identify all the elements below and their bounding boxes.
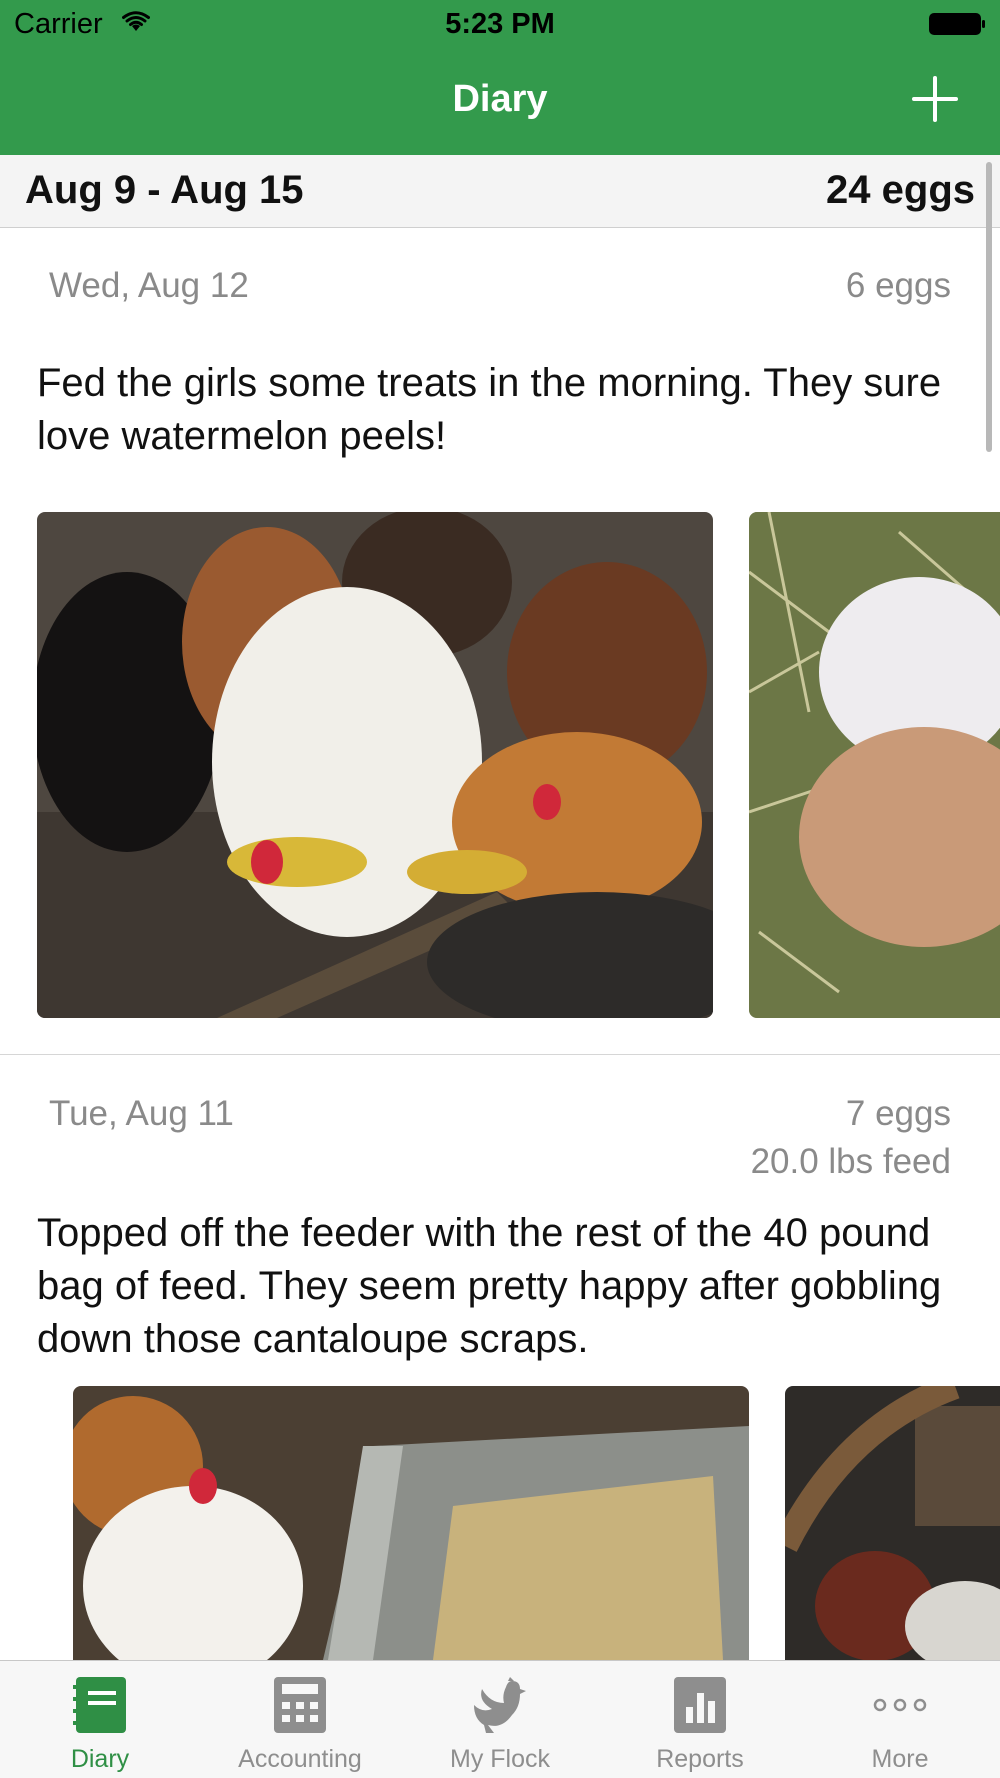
- plus-icon[interactable]: [910, 74, 960, 124]
- entry-photo[interactable]: [749, 512, 1000, 1018]
- week-range: Aug 9 - Aug 15: [25, 168, 304, 212]
- navigation-header: Carrier 5:23 PM Diary: [0, 0, 1000, 155]
- entry-divider: [0, 1054, 1000, 1055]
- tab-label: More: [871, 1745, 929, 1773]
- entry-photo[interactable]: [37, 512, 713, 1018]
- tab-label: Reports: [656, 1745, 744, 1773]
- status-time: 5:23 PM: [445, 8, 555, 40]
- tab-my-flock[interactable]: My Flock: [400, 1661, 600, 1778]
- diary-icon: [73, 1677, 126, 1733]
- tab-bar: Diary Accounting My Flock Reports More: [0, 1660, 1000, 1778]
- tab-accounting[interactable]: Accounting: [200, 1661, 400, 1778]
- entry-note: Fed the girls some treats in the morning…: [37, 361, 942, 458]
- tab-label: My Flock: [450, 1745, 550, 1773]
- chicken-icon: [474, 1677, 526, 1733]
- entry-photo[interactable]: [785, 1386, 1000, 1660]
- entry-egg-count: 6 eggs: [845, 266, 951, 305]
- calculator-icon: [274, 1677, 326, 1733]
- entry-note: Topped off the feeder with the rest of t…: [37, 1211, 942, 1361]
- entry-date: Wed, Aug 12: [49, 266, 249, 305]
- tab-label: Accounting: [238, 1745, 362, 1773]
- week-egg-total: 24 eggs: [826, 168, 975, 212]
- tab-label: Diary: [70, 1745, 130, 1773]
- tab-diary[interactable]: Diary: [0, 1661, 200, 1778]
- entry-date: Tue, Aug 11: [49, 1094, 234, 1133]
- tab-reports[interactable]: Reports: [600, 1661, 800, 1778]
- entry-egg-count: 7 eggs: [845, 1094, 951, 1133]
- scroll-indicator[interactable]: [986, 162, 992, 452]
- page-title: Diary: [452, 78, 548, 120]
- battery-icon: [929, 13, 985, 35]
- tab-more[interactable]: More: [800, 1661, 1000, 1778]
- status-bar: Carrier 5:23 PM: [0, 0, 1000, 50]
- entry-feed-amount: 20.0 lbs feed: [750, 1142, 951, 1181]
- bar-chart-icon: [674, 1677, 726, 1733]
- week-section-header: Aug 9 - Aug 15 24 eggs: [0, 155, 1000, 228]
- more-dots-icon: [873, 1698, 927, 1712]
- entry-photo[interactable]: [73, 1386, 749, 1660]
